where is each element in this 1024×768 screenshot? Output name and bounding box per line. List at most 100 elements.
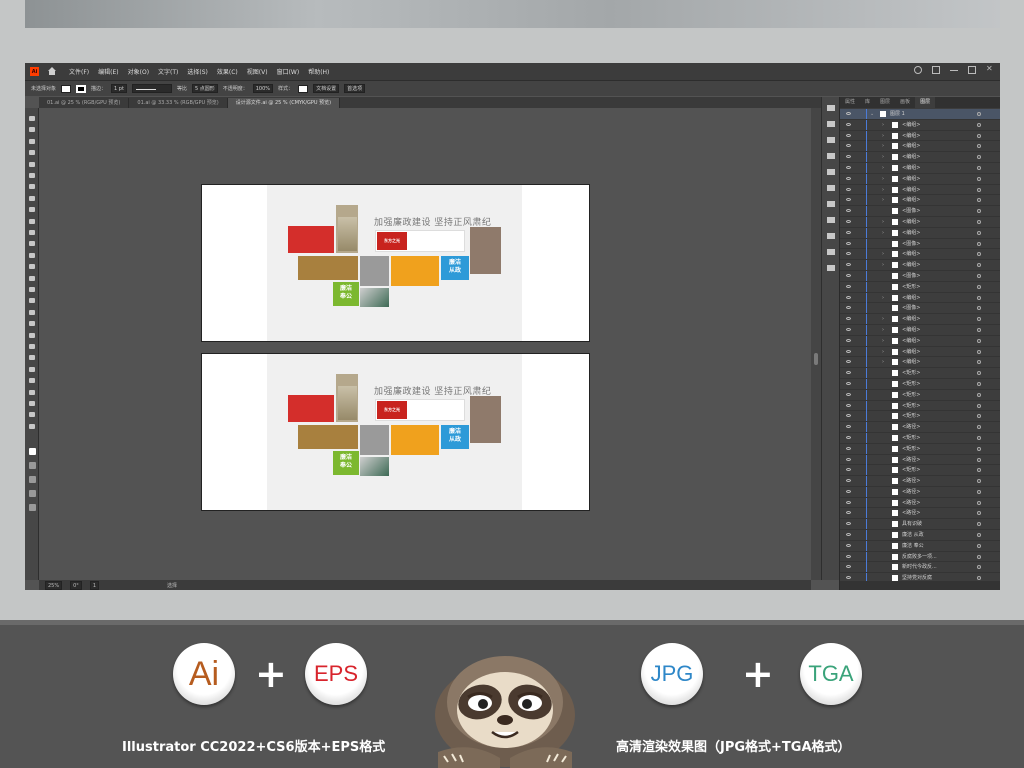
visibility-eye-icon[interactable] <box>846 187 851 191</box>
target-icon[interactable] <box>977 425 981 430</box>
brushes-panel-icon[interactable] <box>827 137 835 143</box>
visibility-eye-icon[interactable] <box>846 252 851 256</box>
expand-arrow-icon[interactable]: › <box>882 217 884 227</box>
menu-item-3[interactable]: 文字(T) <box>158 67 178 76</box>
visibility-eye-icon[interactable] <box>846 155 851 159</box>
more-tools-icon[interactable] <box>29 504 36 511</box>
arrange-icon[interactable] <box>932 66 940 74</box>
rotate-tool-icon[interactable] <box>29 252 35 258</box>
layer-row[interactable]: › <编组> <box>840 173 1000 185</box>
layer-row[interactable]: › <编组> <box>840 195 1000 207</box>
target-icon[interactable] <box>977 371 981 376</box>
menu-item-7[interactable]: 窗口(W) <box>277 67 300 76</box>
target-icon[interactable] <box>977 543 981 548</box>
expand-arrow-icon[interactable]: › <box>882 174 884 184</box>
target-icon[interactable] <box>977 133 981 138</box>
stroke-style-label[interactable]: 等比 <box>177 85 187 92</box>
target-icon[interactable] <box>977 403 981 408</box>
layer-row[interactable]: › <编组> <box>840 346 1000 358</box>
libraries-panel-icon[interactable] <box>827 121 835 127</box>
curvature-tool-icon[interactable] <box>29 173 35 178</box>
color-panel-icon[interactable] <box>827 249 835 255</box>
target-icon[interactable] <box>977 522 981 527</box>
preferences-button[interactable]: 首选项 <box>344 84 366 93</box>
layer-row[interactable]: <矩形> <box>840 378 1000 390</box>
target-icon[interactable] <box>977 252 981 257</box>
line-tool-icon[interactable] <box>29 195 35 201</box>
fill-swatch[interactable] <box>61 84 72 93</box>
layer-row[interactable]: <矩形> <box>840 368 1000 379</box>
pen-tool-icon[interactable] <box>29 161 35 167</box>
layer-row[interactable]: <路径> <box>840 508 1000 520</box>
target-icon[interactable] <box>977 273 981 278</box>
visibility-eye-icon[interactable] <box>846 511 851 515</box>
close-icon[interactable]: ✕ <box>986 65 994 74</box>
layer-row[interactable]: › <编组> <box>840 314 1000 325</box>
target-icon[interactable] <box>977 306 981 311</box>
artboard-2[interactable]: 加强廉政建设 坚持正风肃纪 东方之光 廉洁 从政 廉洁 奉公 <box>201 353 590 511</box>
visibility-eye-icon[interactable] <box>846 543 851 547</box>
layer-row[interactable]: <路径> <box>840 497 1000 509</box>
symbol-sprayer-tool-icon[interactable] <box>29 366 35 372</box>
home-icon[interactable] <box>47 67 57 76</box>
paintbrush-tool-icon[interactable] <box>29 218 35 224</box>
visibility-eye-icon[interactable] <box>846 360 851 364</box>
eraser-tool-icon[interactable] <box>29 241 35 247</box>
rotation-field[interactable]: 0° <box>70 580 82 590</box>
visibility-eye-icon[interactable] <box>846 209 851 213</box>
layer-row[interactable]: › <编组> <box>840 119 1000 131</box>
target-icon[interactable] <box>977 230 981 235</box>
graph-tool-icon[interactable] <box>29 378 35 384</box>
target-icon[interactable] <box>977 360 981 365</box>
visibility-eye-icon[interactable] <box>846 284 851 288</box>
visibility-eye-icon[interactable] <box>846 522 851 526</box>
artboard-tool-icon[interactable] <box>29 389 35 395</box>
document-setup-button[interactable]: 文档设置 <box>313 84 340 93</box>
expand-arrow-icon[interactable]: › <box>882 163 884 173</box>
perspective-tool-icon[interactable] <box>29 309 35 315</box>
visibility-eye-icon[interactable] <box>846 349 851 353</box>
expand-arrow-icon[interactable]: › <box>882 336 884 346</box>
selection-tool-icon[interactable] <box>29 116 35 121</box>
visibility-eye-icon[interactable] <box>846 198 851 202</box>
visibility-eye-icon[interactable] <box>846 554 851 558</box>
target-icon[interactable] <box>977 241 981 246</box>
visibility-eye-icon[interactable] <box>846 533 851 537</box>
visibility-eye-icon[interactable] <box>846 489 851 493</box>
panel-tab[interactable]: 属性 <box>840 97 860 108</box>
document-tab[interactable]: 设计源文件.ai @ 25 % (CMYK/GPU 预览) <box>227 98 341 108</box>
visibility-eye-icon[interactable] <box>846 165 851 169</box>
expand-arrow-icon[interactable]: › <box>882 347 884 357</box>
target-icon[interactable] <box>977 209 981 214</box>
search-icon[interactable] <box>914 66 922 74</box>
symbols-panel-icon[interactable] <box>827 153 835 159</box>
magic-wand-tool-icon[interactable] <box>29 138 35 144</box>
target-icon[interactable] <box>977 219 981 224</box>
menu-item-1[interactable]: 编辑(E) <box>98 67 118 76</box>
target-icon[interactable] <box>977 489 981 494</box>
layer-row[interactable]: <图像> <box>840 238 1000 250</box>
document-tab[interactable]: 01.ai @ 25 % (RGB/GPU 预览) <box>39 98 130 108</box>
minimize-icon[interactable] <box>950 66 958 71</box>
pencil-tool-icon[interactable] <box>29 230 35 235</box>
expand-arrow-icon[interactable]: › <box>882 357 884 367</box>
hand-tool-icon[interactable] <box>29 412 35 418</box>
lasso-tool-icon[interactable] <box>29 150 35 156</box>
target-icon[interactable] <box>977 392 981 397</box>
visibility-eye-icon[interactable] <box>846 392 851 396</box>
visibility-eye-icon[interactable] <box>846 576 851 580</box>
layer-row[interactable]: <矩形> <box>840 432 1000 444</box>
expand-arrow-icon[interactable]: › <box>882 228 884 238</box>
visibility-eye-icon[interactable] <box>846 144 851 148</box>
target-icon[interactable] <box>977 381 981 386</box>
target-icon[interactable] <box>977 414 981 419</box>
visibility-eye-icon[interactable] <box>846 468 851 472</box>
layer-row[interactable]: <路径> <box>840 422 1000 433</box>
direct-selection-tool-icon[interactable] <box>29 127 35 133</box>
target-icon[interactable] <box>977 576 981 581</box>
transform-panel-icon[interactable] <box>827 201 835 207</box>
layer-row[interactable]: › <编组> <box>840 216 1000 228</box>
visibility-eye-icon[interactable] <box>846 381 851 385</box>
layer-row[interactable]: › <编组> <box>840 162 1000 174</box>
document-tab[interactable]: 01.ai @ 33.33 % (RGB/GPU 预览) <box>129 98 228 108</box>
